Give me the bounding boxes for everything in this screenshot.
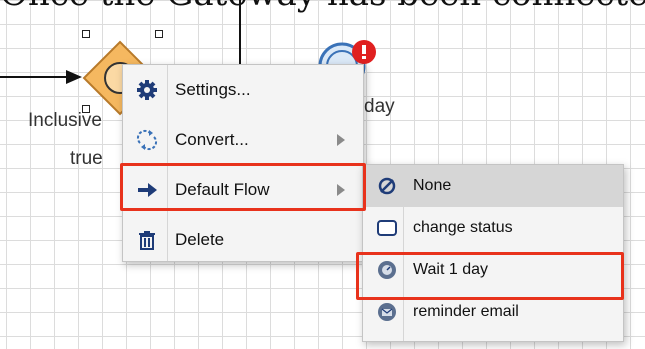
- menu-item-label: Settings...: [175, 80, 251, 99]
- highlight-wait-1-day: [356, 252, 624, 300]
- message-event-icon: [375, 300, 399, 324]
- submenu-item-label: None: [413, 177, 452, 194]
- menu-item-label: Delete: [175, 230, 225, 249]
- submenu-item-label: change status: [413, 219, 513, 236]
- none-icon: [375, 174, 399, 198]
- submenu-item-none[interactable]: None: [363, 165, 623, 207]
- gateway-label-line2: true: [70, 148, 103, 169]
- submenu-item-change-status[interactable]: change status: [363, 207, 623, 249]
- submenu-arrow-icon: [337, 134, 345, 146]
- menu-item-label: Convert...: [175, 130, 249, 149]
- highlight-default-flow: [120, 163, 366, 211]
- event-label: day: [364, 96, 395, 117]
- trash-icon: [135, 228, 159, 252]
- task-icon: [375, 216, 399, 240]
- gear-icon: [135, 78, 159, 102]
- sequence-flow-vertical[interactable]: [239, 0, 241, 66]
- gateway-label: Inclusive: [28, 110, 102, 131]
- menu-item-delete[interactable]: Delete: [123, 215, 363, 265]
- selection-handle[interactable]: [82, 30, 90, 38]
- menu-item-convert[interactable]: Convert...: [123, 115, 363, 165]
- menu-item-settings[interactable]: Settings...: [123, 65, 363, 115]
- convert-icon: [135, 128, 159, 152]
- sequence-flow-incoming[interactable]: [0, 76, 70, 78]
- page-heading: Once the Gateway has been connected t: [0, 0, 645, 14]
- arrowhead-icon: [66, 70, 82, 84]
- submenu-item-label: reminder email: [413, 303, 519, 320]
- selection-handle[interactable]: [155, 30, 163, 38]
